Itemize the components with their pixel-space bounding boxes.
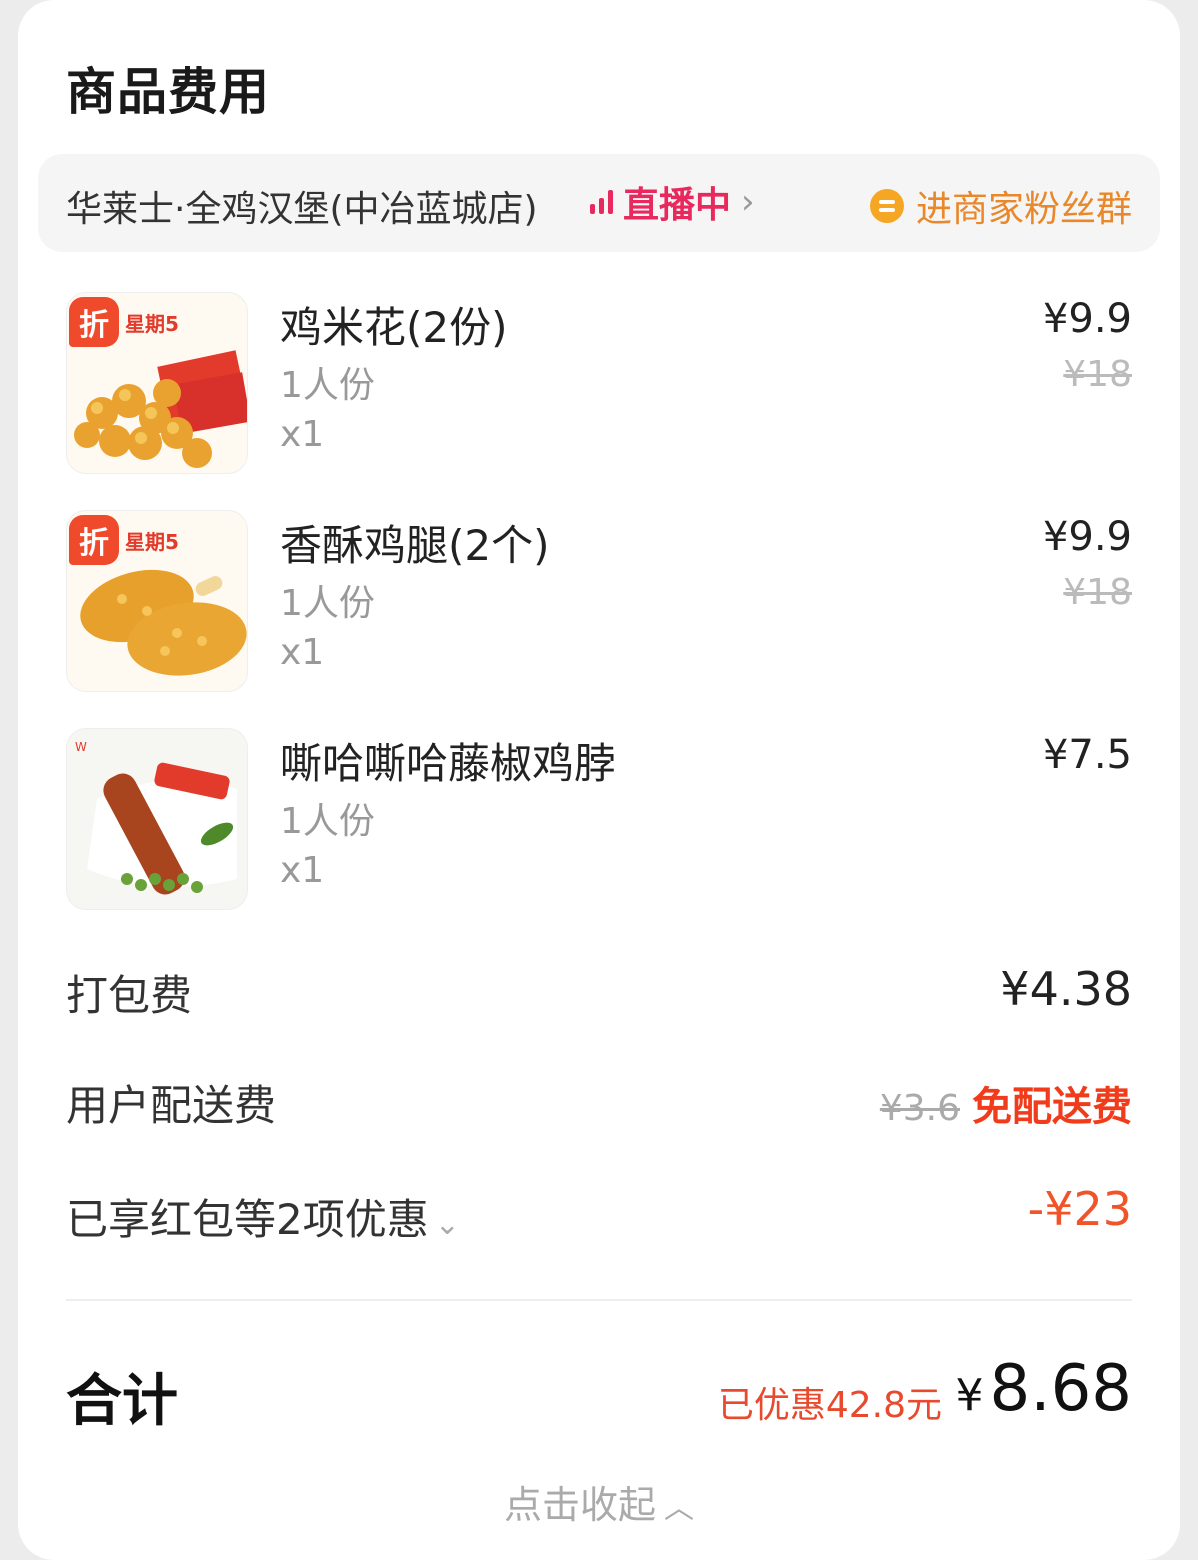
live-label: 直播中: [623, 185, 732, 226]
item-spec: 1人份: [280, 583, 375, 624]
item-original-price: ¥18: [1063, 354, 1132, 395]
item-original-price: ¥18: [1063, 572, 1132, 613]
item-price: ¥7.5: [1042, 732, 1132, 778]
item-qty: x1: [280, 414, 325, 455]
live-link[interactable]: 直播中 ›: [590, 180, 755, 226]
live-bars-icon: [590, 190, 613, 214]
item-qty: x1: [280, 850, 325, 891]
svg-text:星期5: 星期5: [125, 312, 179, 336]
svg-text:W: W: [75, 740, 87, 754]
svg-text:星期5: 星期5: [125, 530, 179, 554]
section-title: 商品费用: [66, 63, 270, 121]
order-item: 折 星期5 香酥鸡腿(2个) 1人份 x1 ¥9.9 ¥18: [66, 510, 1132, 692]
packing-fee-label: 打包费: [66, 971, 193, 1020]
item-price: ¥9.9: [1042, 514, 1132, 560]
order-item: W 嘶哈嘶哈藤椒鸡脖 1人份 x1 ¥7.5: [66, 728, 1132, 910]
item-image: W: [66, 728, 248, 910]
fans-group-label: 进商家粉丝群: [915, 189, 1132, 230]
chat-icon: [869, 189, 904, 223]
chevron-up-icon: ︿: [664, 1491, 694, 1526]
item-name: 香酥鸡腿(2个): [280, 521, 550, 570]
delivery-fee-label: 用户配送费: [66, 1081, 277, 1130]
order-item: 折 星期5 鸡米花(2份) 1人份 x1 ¥9.9 ¥18: [66, 292, 1132, 474]
packing-fee-value: ¥4.38: [1000, 962, 1132, 1016]
item-image: 折 星期5: [66, 510, 248, 692]
discount-badge: 折: [69, 297, 119, 347]
chevron-down-icon: ⌄: [434, 1207, 460, 1242]
item-qty: x1: [280, 632, 325, 673]
fee-card: 商品费用 华莱士·全鸡汉堡(中冶蓝城店) 直播中 › 进商家粉丝群 折 星期5 …: [18, 0, 1180, 1560]
chevron-right-icon: ›: [741, 182, 755, 222]
total-label: 合计: [66, 1369, 178, 1434]
collapse-label: 点击收起: [503, 1483, 656, 1527]
delivery-original-price: ¥3.6: [879, 1088, 960, 1129]
item-name: 鸡米花(2份): [280, 303, 508, 352]
discount-label: 已享红包等2项优惠: [66, 1195, 429, 1244]
free-delivery-label: 免配送费: [972, 1084, 1132, 1130]
item-image: 折 星期5: [66, 292, 248, 474]
saved-amount: 已优惠42.8元: [717, 1385, 942, 1426]
item-spec: 1人份: [280, 365, 375, 406]
currency-symbol: ¥: [955, 1370, 984, 1421]
store-bar: 华莱士·全鸡汉堡(中冶蓝城店) 直播中 › 进商家粉丝群: [38, 154, 1160, 252]
item-spec: 1人份: [280, 801, 375, 842]
collapse-button[interactable]: 点击收起 ︿: [18, 1474, 1180, 1529]
total-amount: ¥8.68: [956, 1352, 1133, 1426]
total-number: 8.68: [989, 1352, 1133, 1426]
item-price: ¥9.9: [1042, 296, 1132, 342]
divider: [66, 1299, 1132, 1301]
discount-badge: 折: [69, 515, 119, 565]
discount-toggle[interactable]: 已享红包等2项优惠 ⌄: [66, 1186, 460, 1247]
fans-group-link[interactable]: 进商家粉丝群: [869, 180, 1132, 232]
discount-value: -¥23: [1027, 1182, 1132, 1236]
store-name[interactable]: 华莱士·全鸡汉堡(中冶蓝城店): [66, 180, 538, 232]
item-name: 嘶哈嘶哈藤椒鸡脖: [280, 739, 617, 788]
delivery-fee-value: ¥3.6 免配送费: [880, 1074, 1132, 1132]
